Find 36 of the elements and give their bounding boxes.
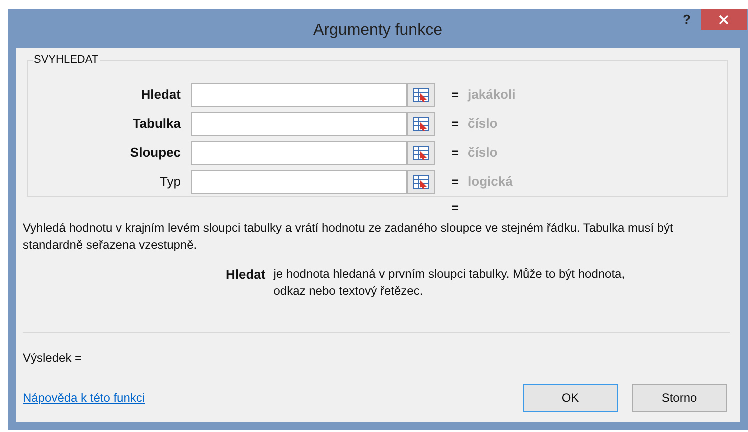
argument-label: Typ	[159, 173, 182, 192]
function-description: Vyhledá hodnotu v krajním levém sloupci tabulky a vrátí hodnotu ze zadaného sloupce ve stejném řádku. Tabulka musí být standardně seřazena vzestupně.	[23, 220, 674, 254]
dialog-button[interactable]: Storno	[632, 384, 727, 412]
argument-description: je hodnota hledaná v prvním sloupci tabulky. Může to být hodnota, odkaz nebo textový řetězec.	[274, 266, 626, 300]
help-button[interactable]: ?	[673, 9, 701, 30]
collapse-dialog-button[interactable]	[407, 170, 435, 194]
argument-name: Hledat	[226, 266, 266, 284]
collapse-dialog-button[interactable]	[407, 141, 435, 165]
collapse-dialog-button[interactable]	[407, 112, 435, 136]
help-link[interactable]: Nápověda k této funkci	[23, 389, 146, 407]
formula-result: =	[452, 200, 460, 217]
dialog-button[interactable]: OK	[523, 384, 618, 412]
argument-label: Hledat	[140, 86, 182, 104]
range-select-icon	[413, 146, 429, 160]
argument-type: číslo	[468, 144, 498, 162]
range-select-icon	[413, 117, 429, 131]
equals-sign: =	[452, 145, 460, 162]
collapse-dialog-button[interactable]	[407, 83, 435, 107]
result-label: Výsledek =	[23, 350, 84, 367]
equals-sign: =	[452, 116, 460, 133]
argument-field[interactable]	[191, 112, 407, 136]
equals-sign: =	[452, 174, 460, 191]
window-title: Argumenty funkce	[314, 21, 442, 41]
argument-label: Tabulka	[132, 115, 182, 134]
argument-type: číslo	[468, 115, 498, 134]
range-select-icon	[413, 175, 429, 189]
argument-field[interactable]	[191, 170, 407, 194]
argument-type: jakákoli	[468, 86, 516, 104]
argument-type: logická	[468, 173, 513, 192]
close-button[interactable]	[701, 9, 747, 30]
close-icon	[719, 14, 729, 24]
equals-sign: =	[452, 87, 460, 104]
argument-label: Sloupec	[129, 144, 182, 162]
argument-field[interactable]	[191, 83, 407, 107]
range-select-icon	[413, 88, 429, 102]
argument-field[interactable]	[191, 141, 407, 165]
